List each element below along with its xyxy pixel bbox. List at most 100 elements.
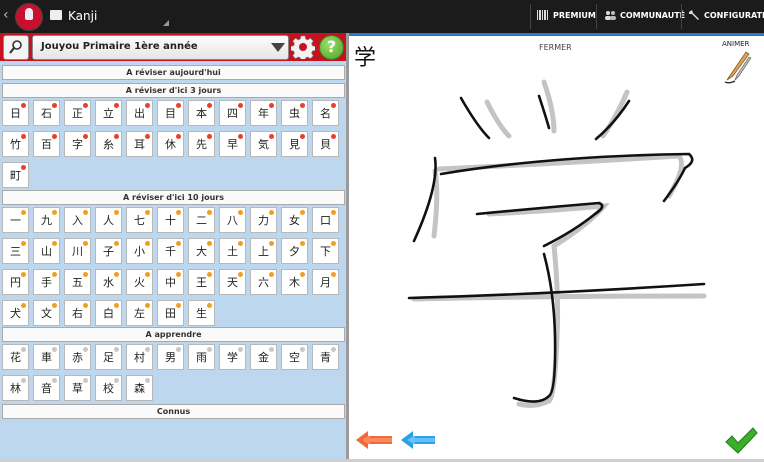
checkmark-icon[interactable] <box>724 426 758 456</box>
kanji-cell[interactable]: 年 <box>250 100 277 126</box>
kanji-cell[interactable]: 森 <box>126 375 153 401</box>
kanji-cell[interactable]: 正 <box>64 100 91 126</box>
kanji-cell[interactable]: 三 <box>2 238 29 264</box>
status-dot <box>269 103 274 108</box>
kanji-cell[interactable]: 水 <box>95 269 122 295</box>
kanji-cell[interactable]: 犬 <box>2 300 29 326</box>
kanji-cell[interactable]: 川 <box>64 238 91 264</box>
kanji-cell[interactable]: 石 <box>33 100 60 126</box>
help-button[interactable]: ? <box>319 35 344 60</box>
kanji-cell[interactable]: 百 <box>33 131 60 157</box>
kanji-cell[interactable]: 本 <box>188 100 215 126</box>
kanji-cell[interactable]: 右 <box>64 300 91 326</box>
kanji-cell[interactable]: 女 <box>281 207 308 233</box>
kanji-cell[interactable]: 足 <box>95 344 122 370</box>
kanji-cell[interactable]: 九 <box>33 207 60 233</box>
section-known[interactable]: Connus <box>2 404 345 419</box>
kanji-cell[interactable]: 出 <box>126 100 153 126</box>
kanji-cell[interactable]: 四 <box>219 100 246 126</box>
previous-arrow-icon[interactable] <box>354 428 394 452</box>
next-arrow-icon[interactable] <box>399 428 437 452</box>
kanji-cell[interactable]: 月 <box>312 269 339 295</box>
kanji-cell[interactable]: 六 <box>250 269 277 295</box>
kanji-cell[interactable]: 人 <box>95 207 122 233</box>
kanji-cell[interactable]: 先 <box>188 131 215 157</box>
kanji-cell[interactable]: 校 <box>95 375 122 401</box>
kanji-cell[interactable]: 赤 <box>64 344 91 370</box>
level-select[interactable]: Jouyou Primaire 1ère année <box>32 35 289 60</box>
back-icon[interactable]: ‹ <box>3 7 9 23</box>
kanji-cell[interactable]: 中 <box>157 269 184 295</box>
kanji-cell[interactable]: 口 <box>312 207 339 233</box>
kanji-cell[interactable]: 竹 <box>2 131 29 157</box>
kanji-cell[interactable]: 虫 <box>281 100 308 126</box>
kanji-cell[interactable]: 火 <box>126 269 153 295</box>
kanji-cell[interactable]: 夕 <box>281 238 308 264</box>
kanji-cell[interactable]: 名 <box>312 100 339 126</box>
kanji-cell[interactable]: 目 <box>157 100 184 126</box>
kanji-cell[interactable]: 天 <box>219 269 246 295</box>
kanji-cell[interactable]: 上 <box>250 238 277 264</box>
kanji-cell[interactable]: 田 <box>157 300 184 326</box>
kanji-cell[interactable]: 力 <box>250 207 277 233</box>
kanji-cell[interactable]: 青 <box>312 344 339 370</box>
kanji-cell[interactable]: 下 <box>312 238 339 264</box>
kanji-cell[interactable]: 雨 <box>188 344 215 370</box>
kanji-cell[interactable]: 一 <box>2 207 29 233</box>
kanji-cell[interactable]: 入 <box>64 207 91 233</box>
kanji-cell[interactable]: 手 <box>33 269 60 295</box>
section-review-3-days[interactable]: A réviser d'ici 3 jours <box>2 83 345 98</box>
app-title[interactable]: Kanji <box>68 9 97 23</box>
kanji-cell[interactable]: 大 <box>188 238 215 264</box>
section-review-10-days[interactable]: A réviser d'ici 10 jours <box>2 190 345 205</box>
kanji-cell[interactable]: 字 <box>64 131 91 157</box>
kanji-cell[interactable]: 八 <box>219 207 246 233</box>
kanji-cell[interactable]: 白 <box>95 300 122 326</box>
kanji-cell[interactable]: 王 <box>188 269 215 295</box>
kanji-cell[interactable]: 貝 <box>312 131 339 157</box>
kanji-cell[interactable]: 男 <box>157 344 184 370</box>
kanji-cell[interactable]: 山 <box>33 238 60 264</box>
kanji-cell[interactable]: 気 <box>250 131 277 157</box>
kanji-cell[interactable]: 花 <box>2 344 29 370</box>
kanji-cell[interactable]: 早 <box>219 131 246 157</box>
kanji-cell[interactable]: 二 <box>188 207 215 233</box>
kanji-cell[interactable]: 日 <box>2 100 29 126</box>
kanji-cell[interactable]: 金 <box>250 344 277 370</box>
kanji-cell[interactable]: 空 <box>281 344 308 370</box>
kanji-cell[interactable]: 耳 <box>126 131 153 157</box>
kanji-cell[interactable]: 林 <box>2 375 29 401</box>
kanji-cell[interactable]: 町 <box>2 162 29 188</box>
kanji-cell[interactable]: 見 <box>281 131 308 157</box>
kanji-cell[interactable]: 千 <box>157 238 184 264</box>
kanji-cell[interactable]: 休 <box>157 131 184 157</box>
kanji-cell[interactable]: 音 <box>33 375 60 401</box>
kanji-cell[interactable]: 立 <box>95 100 122 126</box>
kanji-cell[interactable]: 文 <box>33 300 60 326</box>
section-review-today[interactable]: A réviser aujourd'hui <box>2 65 345 80</box>
kanji-cell[interactable]: 学 <box>219 344 246 370</box>
configuration-button[interactable]: CONFIGURATION <box>688 10 764 20</box>
kanji-cell[interactable]: 生 <box>188 300 215 326</box>
kanji-cell[interactable]: 小 <box>126 238 153 264</box>
search-button[interactable] <box>3 35 29 60</box>
kanji-cell[interactable]: 糸 <box>95 131 122 157</box>
kanji-cell[interactable]: 草 <box>64 375 91 401</box>
kanji-cell[interactable]: 村 <box>126 344 153 370</box>
premium-button[interactable]: PREMIUM <box>537 10 596 20</box>
writing-canvas[interactable]: 学 FERMER ANIMER <box>349 33 764 459</box>
kanji-cell[interactable]: 十 <box>157 207 184 233</box>
kanji-cell[interactable]: 五 <box>64 269 91 295</box>
kanji-cell[interactable]: 木 <box>281 269 308 295</box>
kanji-cell[interactable]: 子 <box>95 238 122 264</box>
app-logo[interactable] <box>15 3 43 31</box>
community-button[interactable]: COMMUNAUTÉ <box>604 10 685 20</box>
kanji-cell[interactable]: 円 <box>2 269 29 295</box>
kanji-cell[interactable]: 左 <box>126 300 153 326</box>
gear-icon[interactable] <box>291 35 315 59</box>
kanji-cell[interactable]: 七 <box>126 207 153 233</box>
kanji-cell[interactable]: 土 <box>219 238 246 264</box>
status-dot <box>145 210 150 215</box>
section-to-learn[interactable]: A apprendre <box>2 327 345 342</box>
kanji-cell[interactable]: 車 <box>33 344 60 370</box>
